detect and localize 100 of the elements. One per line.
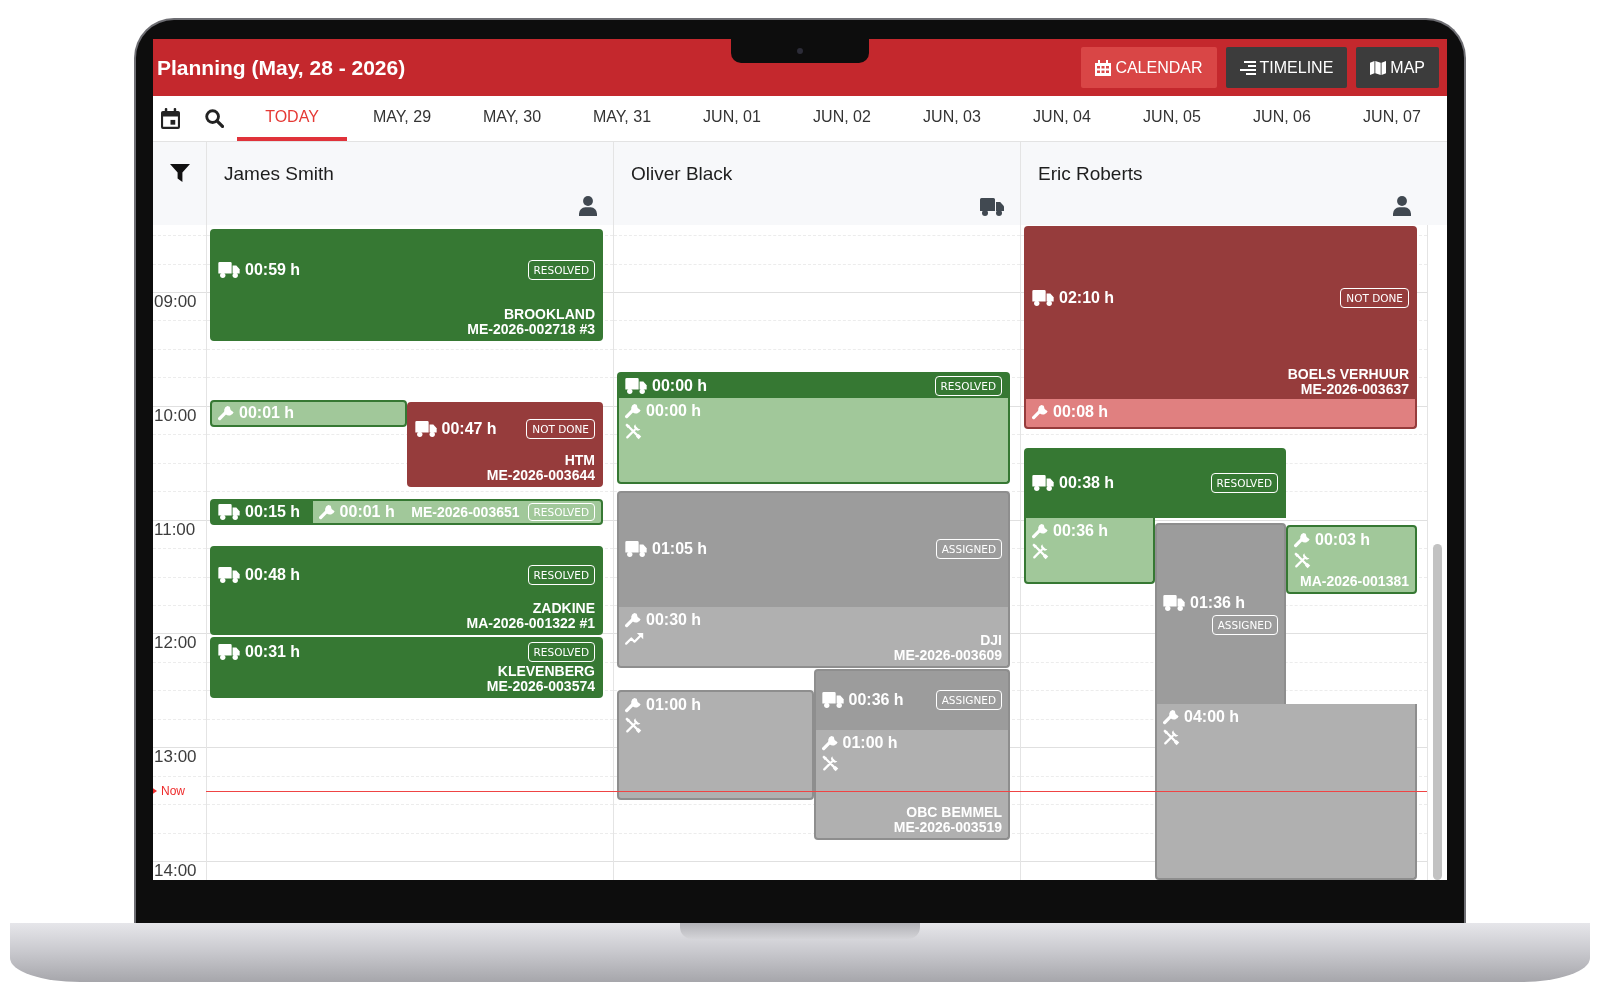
wrench-icon <box>821 735 838 752</box>
travel-segment[interactable]: 01:36 h ASSIGNED <box>1155 523 1286 704</box>
hour-label: 11:00 <box>154 521 196 538</box>
wrench-icon <box>1294 532 1310 549</box>
status-badge: RESOLVED <box>934 375 1002 396</box>
travel-segment[interactable]: 02:10 h NOT DONE BOELS VERHUUR ME-2026-003637 <box>1024 225 1417 400</box>
list-icon <box>1239 59 1256 76</box>
truck-icon <box>625 377 647 394</box>
travel-segment[interactable]: 00:00 h RESOLVED <box>617 371 1010 399</box>
tools-icon <box>821 755 839 773</box>
duration-text: 00:00 h <box>646 401 702 422</box>
date-tab[interactable]: JUN, 07 <box>1337 96 1447 141</box>
travel-segment[interactable]: 00:15 h <box>210 498 313 526</box>
travel-segment[interactable]: 00:38 h RESOLVED <box>1024 447 1286 518</box>
date-tab[interactable]: JUN, 06 <box>1227 96 1337 141</box>
location-text: ZADKINE <box>532 601 595 617</box>
wrench-icon <box>1032 404 1048 421</box>
page-title: Planning (May, 28 - 2026) <box>157 55 406 80</box>
duration-text: 00:01 h <box>239 403 295 424</box>
scrollbar-thumb[interactable] <box>1433 544 1442 880</box>
hour-label: 12:00 <box>154 635 197 652</box>
status-badge: NOT DONE <box>1340 287 1409 308</box>
duration-text: 00:36 h <box>1053 520 1109 541</box>
location-text: BROOKLAND <box>504 307 595 323</box>
view-button[interactable]: CALENDAR <box>1081 47 1217 88</box>
truck-icon <box>625 541 647 558</box>
date-tab[interactable]: JUN, 01 <box>677 96 787 141</box>
filter-icon[interactable] <box>169 164 190 182</box>
date-tab[interactable]: MAY, 29 <box>347 96 457 141</box>
truck-icon <box>980 198 1004 216</box>
date-tab[interactable]: JUN, 02 <box>787 96 897 141</box>
travel-segment[interactable]: 01:05 h ASSIGNED <box>617 491 1010 607</box>
search-icon[interactable] <box>205 109 224 128</box>
location-text: OBC BEMMEL <box>906 805 1002 821</box>
truck-icon <box>1032 475 1054 492</box>
truck-icon <box>1032 289 1054 306</box>
truck-icon <box>1163 595 1185 612</box>
travel-segment[interactable]: 00:47 h NOT DONE HTM ME-2026-003644 <box>406 402 603 488</box>
reference-text: ME-2026-002718 #3 <box>467 322 595 338</box>
date-tab[interactable]: MAY, 30 <box>457 96 567 141</box>
date-tab[interactable]: JUN, 04 <box>1007 96 1117 141</box>
reference-text: MA-2026-001322 #1 <box>466 616 595 632</box>
status-badge: RESOLVED <box>527 259 595 280</box>
wrench-icon <box>218 405 234 422</box>
duration-text: 02:10 h <box>1059 287 1115 308</box>
location-text: HTM <box>564 453 595 469</box>
location-text: DJI <box>980 632 1002 648</box>
duration-text: 00:47 h <box>441 419 497 440</box>
location-text: KLEVENBERG <box>497 663 595 679</box>
duration-text: 00:15 h <box>245 502 301 522</box>
travel-segment[interactable]: 00:48 h RESOLVED ZADKINE MA-2026-001322 #1 <box>210 546 603 636</box>
work-segment[interactable]: 00:08 h <box>1024 399 1417 429</box>
reference-text: ME-2026-003574 <box>486 678 595 694</box>
status-badge: ASSIGNED <box>1211 615 1278 636</box>
person-icon <box>1393 196 1411 216</box>
status-badge: ASSIGNED <box>935 539 1002 560</box>
truck-icon <box>218 504 240 520</box>
view-button[interactable]: TIMELINE <box>1225 47 1348 88</box>
reference-text: ME-2026-003651 <box>411 504 520 520</box>
truck-icon <box>414 421 437 438</box>
travel-segment[interactable]: 00:36 h ASSIGNED <box>813 669 1010 731</box>
duration-text: 00:59 h <box>245 259 301 280</box>
duration-text: 04:00 h <box>1184 706 1240 727</box>
reference-text: MA-2026-001381 <box>1300 573 1409 589</box>
travel-segment[interactable]: 00:31 h RESOLVED KLEVENBERG ME-2026-003574 <box>210 637 603 698</box>
wrench-icon <box>625 403 641 420</box>
hour-label: 14:00 <box>154 863 197 879</box>
truck-icon <box>821 692 844 709</box>
duration-text: 01:00 h <box>646 695 702 716</box>
travel-segment[interactable]: 00:59 h RESOLVED BROOKLAND ME-2026-002718 #3 <box>210 229 603 342</box>
trend-icon <box>625 631 644 645</box>
person-icon <box>579 196 597 216</box>
tools-icon <box>1032 542 1049 560</box>
tools-icon <box>1294 552 1311 570</box>
duration-text: 00:38 h <box>1059 473 1115 494</box>
view-button[interactable]: MAP <box>1356 47 1439 88</box>
resource-name: Eric Roberts <box>1038 163 1143 185</box>
wrench-icon <box>625 697 641 714</box>
hour-label: 09:00 <box>154 294 197 310</box>
duration-text: 00:08 h <box>1053 402 1109 423</box>
date-tab[interactable]: MAY, 31 <box>567 96 677 141</box>
map-icon <box>1370 59 1387 76</box>
now-label: Now <box>161 783 185 798</box>
truck-icon <box>218 644 240 661</box>
reference-text: ME-2026-003644 <box>486 468 595 484</box>
date-tab[interactable]: JUN, 05 <box>1117 96 1227 141</box>
status-badge: NOT DONE <box>526 419 595 440</box>
status-badge: ASSIGNED <box>935 690 1002 711</box>
resource-name: James Smith <box>224 163 334 185</box>
wrench-icon <box>1032 522 1048 539</box>
duration-text: 00:36 h <box>848 690 904 711</box>
reference-text: ME-2026-003637 <box>1300 382 1409 398</box>
status-badge: RESOLVED <box>1210 473 1278 494</box>
wrench-icon <box>625 611 641 628</box>
wrench-icon <box>1163 708 1179 725</box>
tools-icon <box>1163 728 1180 746</box>
date-tab[interactable]: JUN, 03 <box>897 96 1007 141</box>
calendar-icon[interactable] <box>161 108 180 129</box>
tools-icon <box>625 423 642 441</box>
status-badge: RESOLVED <box>527 642 595 663</box>
